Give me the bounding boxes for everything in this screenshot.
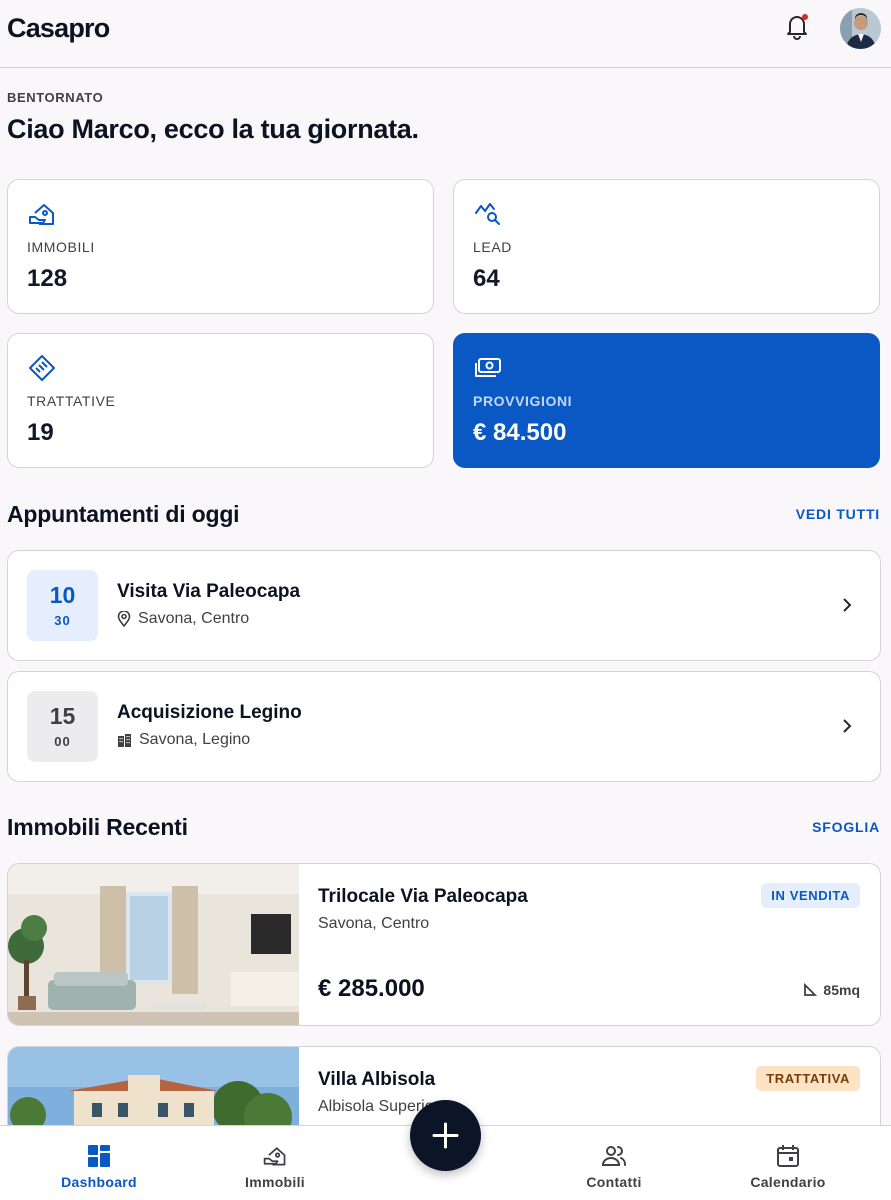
appointment-location: Savona, Centro [117,610,249,628]
cash-icon [473,353,503,383]
appointment-location: Savona, Legino [117,731,250,749]
stat-card-lead[interactable]: LEAD 64 [453,179,880,314]
plus-icon [432,1122,459,1149]
stat-value: 64 [473,265,500,292]
tab-immobili[interactable]: Immobili [216,1126,334,1200]
people-icon [601,1143,627,1169]
ruler-triangle-icon [804,983,818,996]
tab-label: Immobili [245,1174,305,1190]
appointment-time: 15 00 [27,691,98,762]
stat-value: 128 [27,265,68,292]
tab-label: Dashboard [61,1174,137,1190]
stat-value: € 84.500 [473,419,567,446]
property-location: Savona, Centro [318,915,430,932]
top-bar: Casapro [0,0,891,68]
property-card[interactable]: Trilocale Via Paleocapa Savona, Centro I… [7,863,881,1026]
handshake-icon [27,353,57,383]
appointment-minute: 30 [54,613,71,628]
appointment-hour: 10 [49,582,76,608]
app-logo[interactable]: Casapro [7,13,110,44]
property-title: Trilocale Via Paleocapa [318,886,528,907]
property-title: Villa Albisola [318,1069,436,1090]
house-key-icon [27,199,57,229]
building-icon [118,733,131,747]
appointment-location-text: Savona, Legino [139,731,251,748]
welcome-eyebrow: BENTORNATO [7,90,104,105]
tab-contatti[interactable]: Contatti [555,1126,673,1200]
see-all-link[interactable]: VEDI TUTTI [796,506,880,522]
stat-label: IMMOBILI [27,239,95,255]
tab-calendario[interactable]: Calendario [729,1126,847,1200]
property-area: 85mq [803,982,860,998]
appointment-card[interactable]: 15 00 Acquisizione Legino Savona, Legino [7,671,881,782]
tab-dashboard[interactable]: Dashboard [40,1126,158,1200]
appointment-card[interactable]: 10 30 Visita Via Paleocapa Savona, Centr… [7,550,881,661]
recent-properties-title: Immobili Recenti [7,814,188,840]
stat-card-provvigioni[interactable]: PROVVIGIONI € 84.500 [453,333,880,468]
stat-card-trattative[interactable]: TRATTATIVE 19 [7,333,434,468]
stat-label: TRATTATIVE [27,393,116,409]
appointment-minute: 00 [54,734,71,749]
stat-label: PROVVIGIONI [473,393,573,409]
property-price: € 285.000 [318,975,425,1002]
trend-search-icon [473,199,503,229]
appointment-location-text: Savona, Centro [138,610,250,627]
stat-label: LEAD [473,239,512,255]
calendar-icon [775,1143,801,1169]
user-avatar[interactable] [840,8,881,49]
property-photo [8,864,299,1025]
notification-bell-icon[interactable] [784,12,810,40]
location-pin-icon [117,611,131,627]
status-badge: TRATTATIVA [756,1066,860,1091]
house-key-icon [262,1143,288,1169]
appointment-time: 10 30 [27,570,98,641]
dashboard-grid-icon [86,1143,112,1169]
browse-link[interactable]: SFOGLIA [812,819,880,835]
appointments-title: Appuntamenti di oggi [7,501,240,527]
chevron-right-icon [840,716,854,736]
appointment-title: Visita Via Paleocapa [117,581,301,602]
chevron-right-icon [840,595,854,615]
stat-value: 19 [27,419,54,446]
tab-label: Calendario [750,1174,826,1190]
tab-label: Contatti [586,1174,642,1190]
add-button[interactable] [410,1100,481,1171]
stat-card-immobili[interactable]: IMMOBILI 128 [7,179,434,314]
appointment-title: Acquisizione Legino [117,702,302,723]
page-title: Ciao Marco, ecco la tua giornata. [7,114,419,144]
property-area-value: 85mq [823,982,860,998]
status-badge: IN VENDITA [761,883,860,908]
appointment-hour: 15 [49,703,76,729]
